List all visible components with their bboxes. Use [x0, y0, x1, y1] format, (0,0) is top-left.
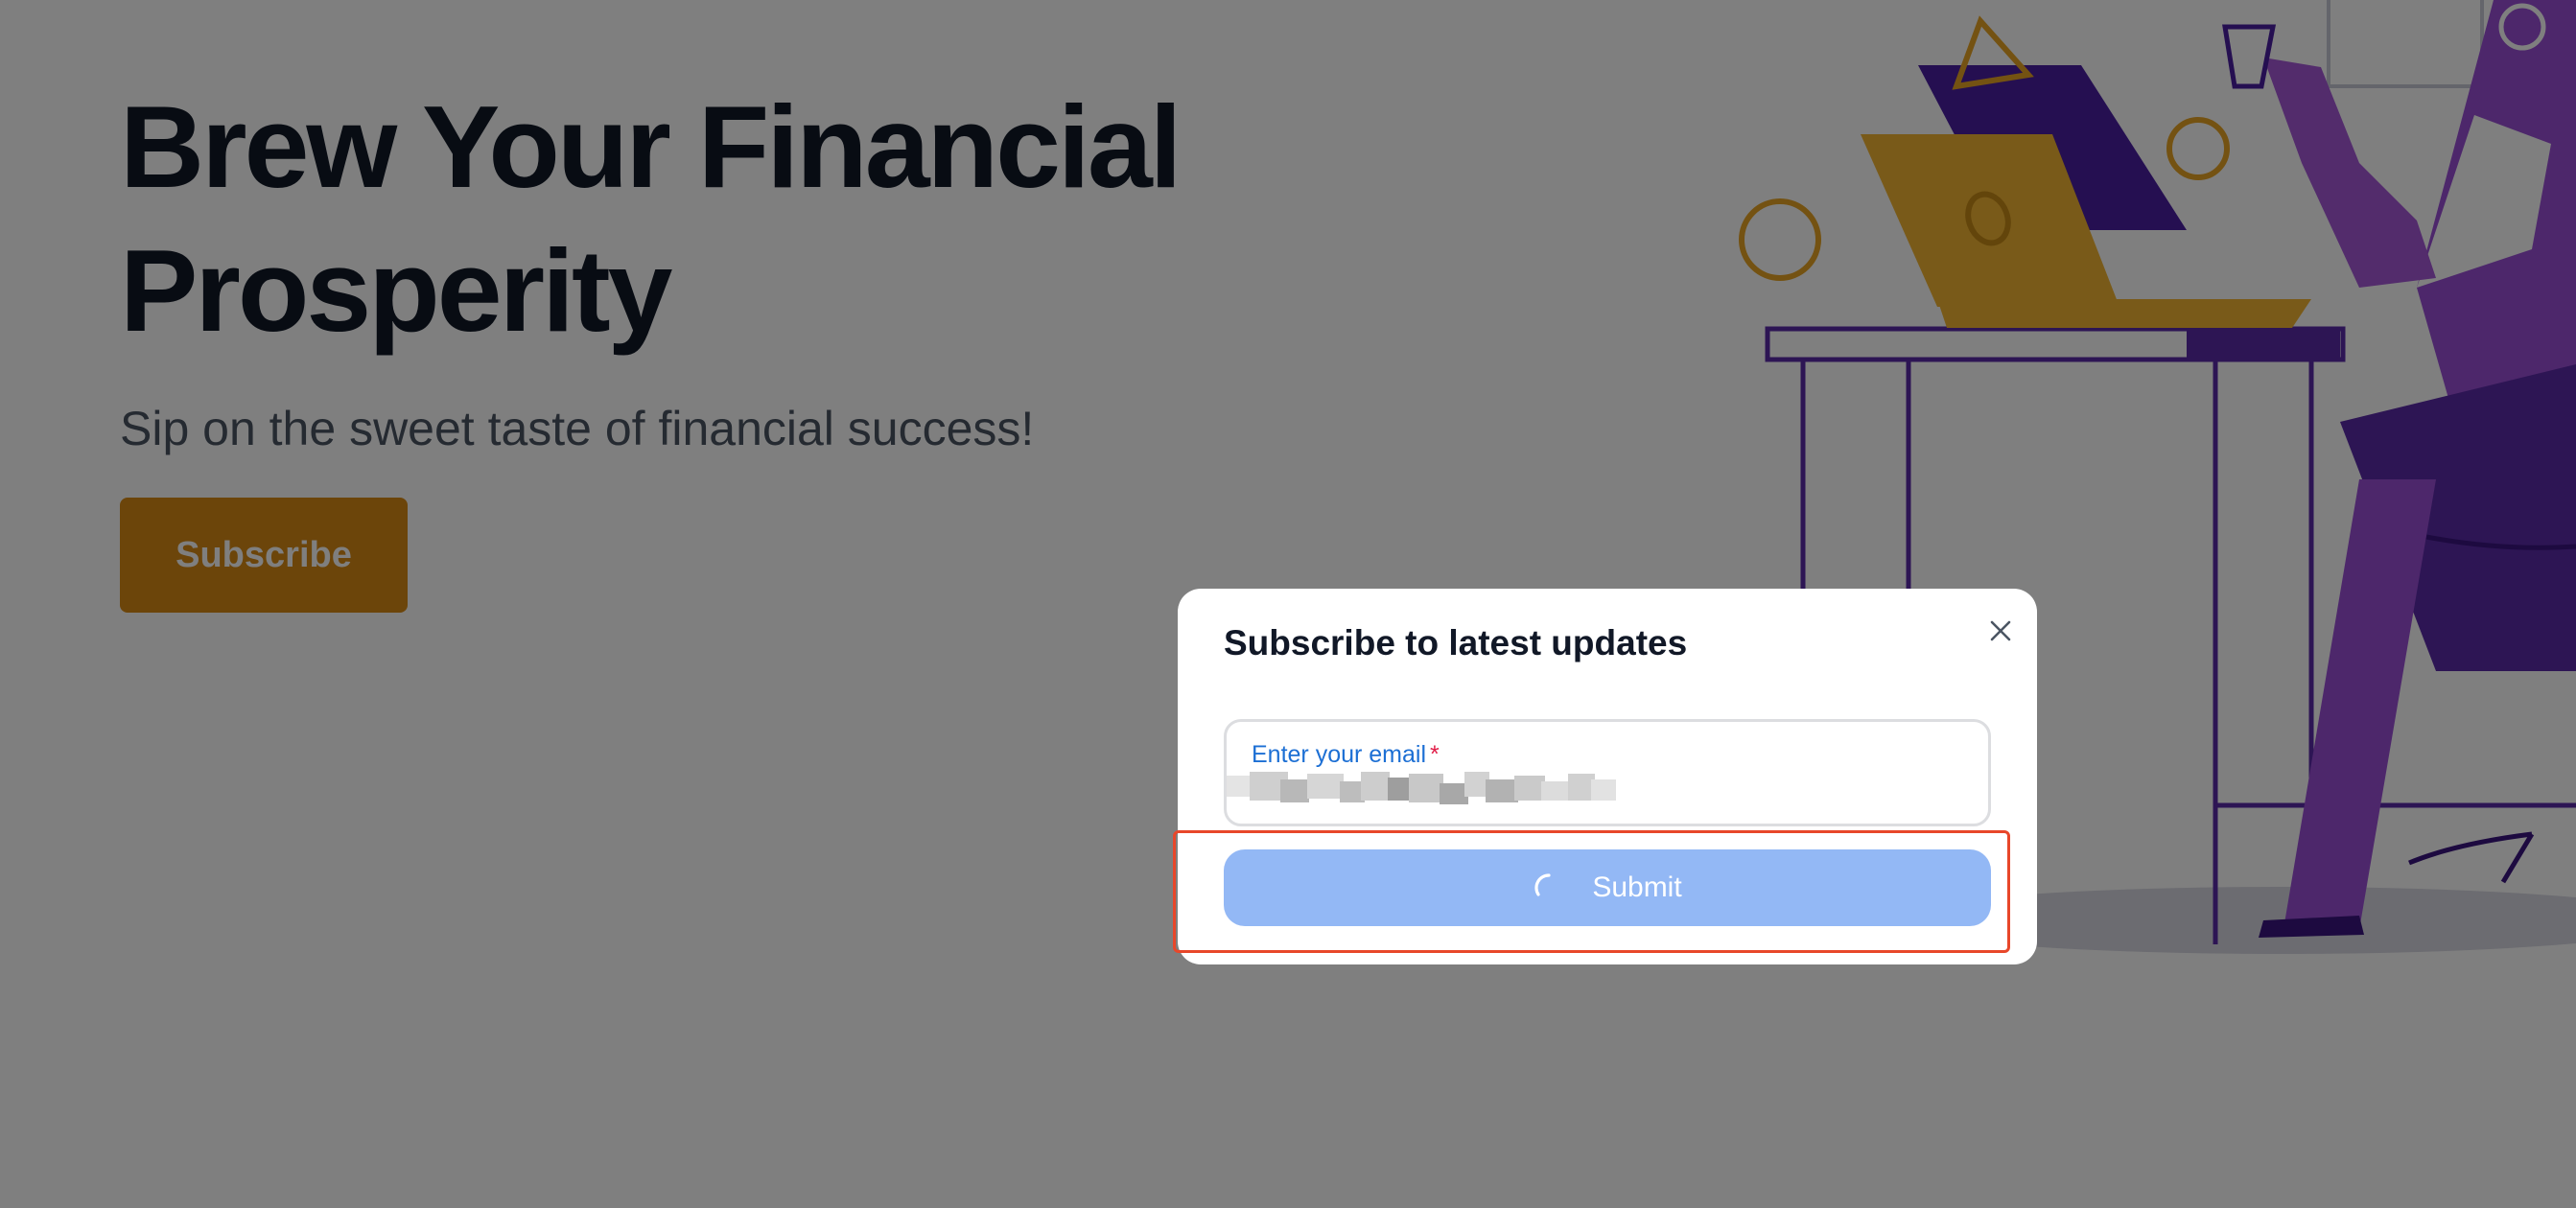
close-button[interactable] [1981, 612, 2020, 650]
email-input[interactable] [1229, 770, 1977, 812]
modal-title: Subscribe to latest updates [1224, 623, 1688, 662]
loading-spinner-icon [1534, 873, 1551, 896]
required-asterisk: * [1430, 741, 1440, 768]
submit-button-label: Submit [1592, 871, 1682, 903]
email-field[interactable]: Enter your email * [1224, 719, 1991, 826]
submit-button[interactable]: Submit [1224, 849, 1991, 926]
subscribe-modal: Subscribe to latest updates Enter your e… [1178, 589, 2037, 964]
email-field-label: Enter your email * [1252, 741, 1440, 769]
close-icon [1990, 620, 2011, 641]
email-field-label-text: Enter your email [1252, 741, 1427, 768]
